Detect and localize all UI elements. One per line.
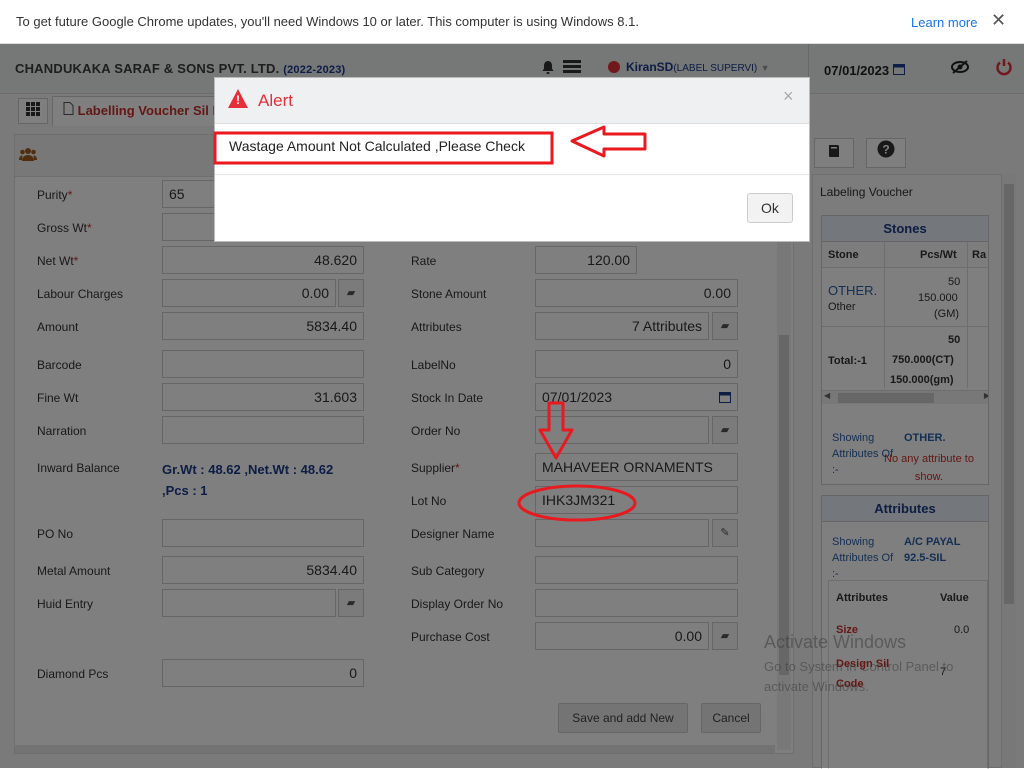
alert-header: ! Alert × [215, 78, 809, 124]
chrome-update-infobar: To get future Google Chrome updates, you… [0, 0, 1024, 44]
learn-more-link[interactable]: Learn more [911, 15, 977, 30]
alert-title: Alert [258, 91, 293, 110]
alert-dialog: ! Alert × Wastage Amount Not Calculated … [214, 77, 810, 242]
ok-button[interactable]: Ok [747, 193, 793, 223]
close-icon[interactable]: × [783, 86, 794, 107]
alert-divider [215, 174, 809, 175]
warning-icon: ! [228, 89, 248, 108]
infobar-message: To get future Google Chrome updates, you… [16, 14, 639, 29]
alert-message: Wastage Amount Not Calculated ,Please Ch… [229, 138, 525, 154]
infobar-close-icon[interactable]: ✕ [991, 10, 1006, 31]
